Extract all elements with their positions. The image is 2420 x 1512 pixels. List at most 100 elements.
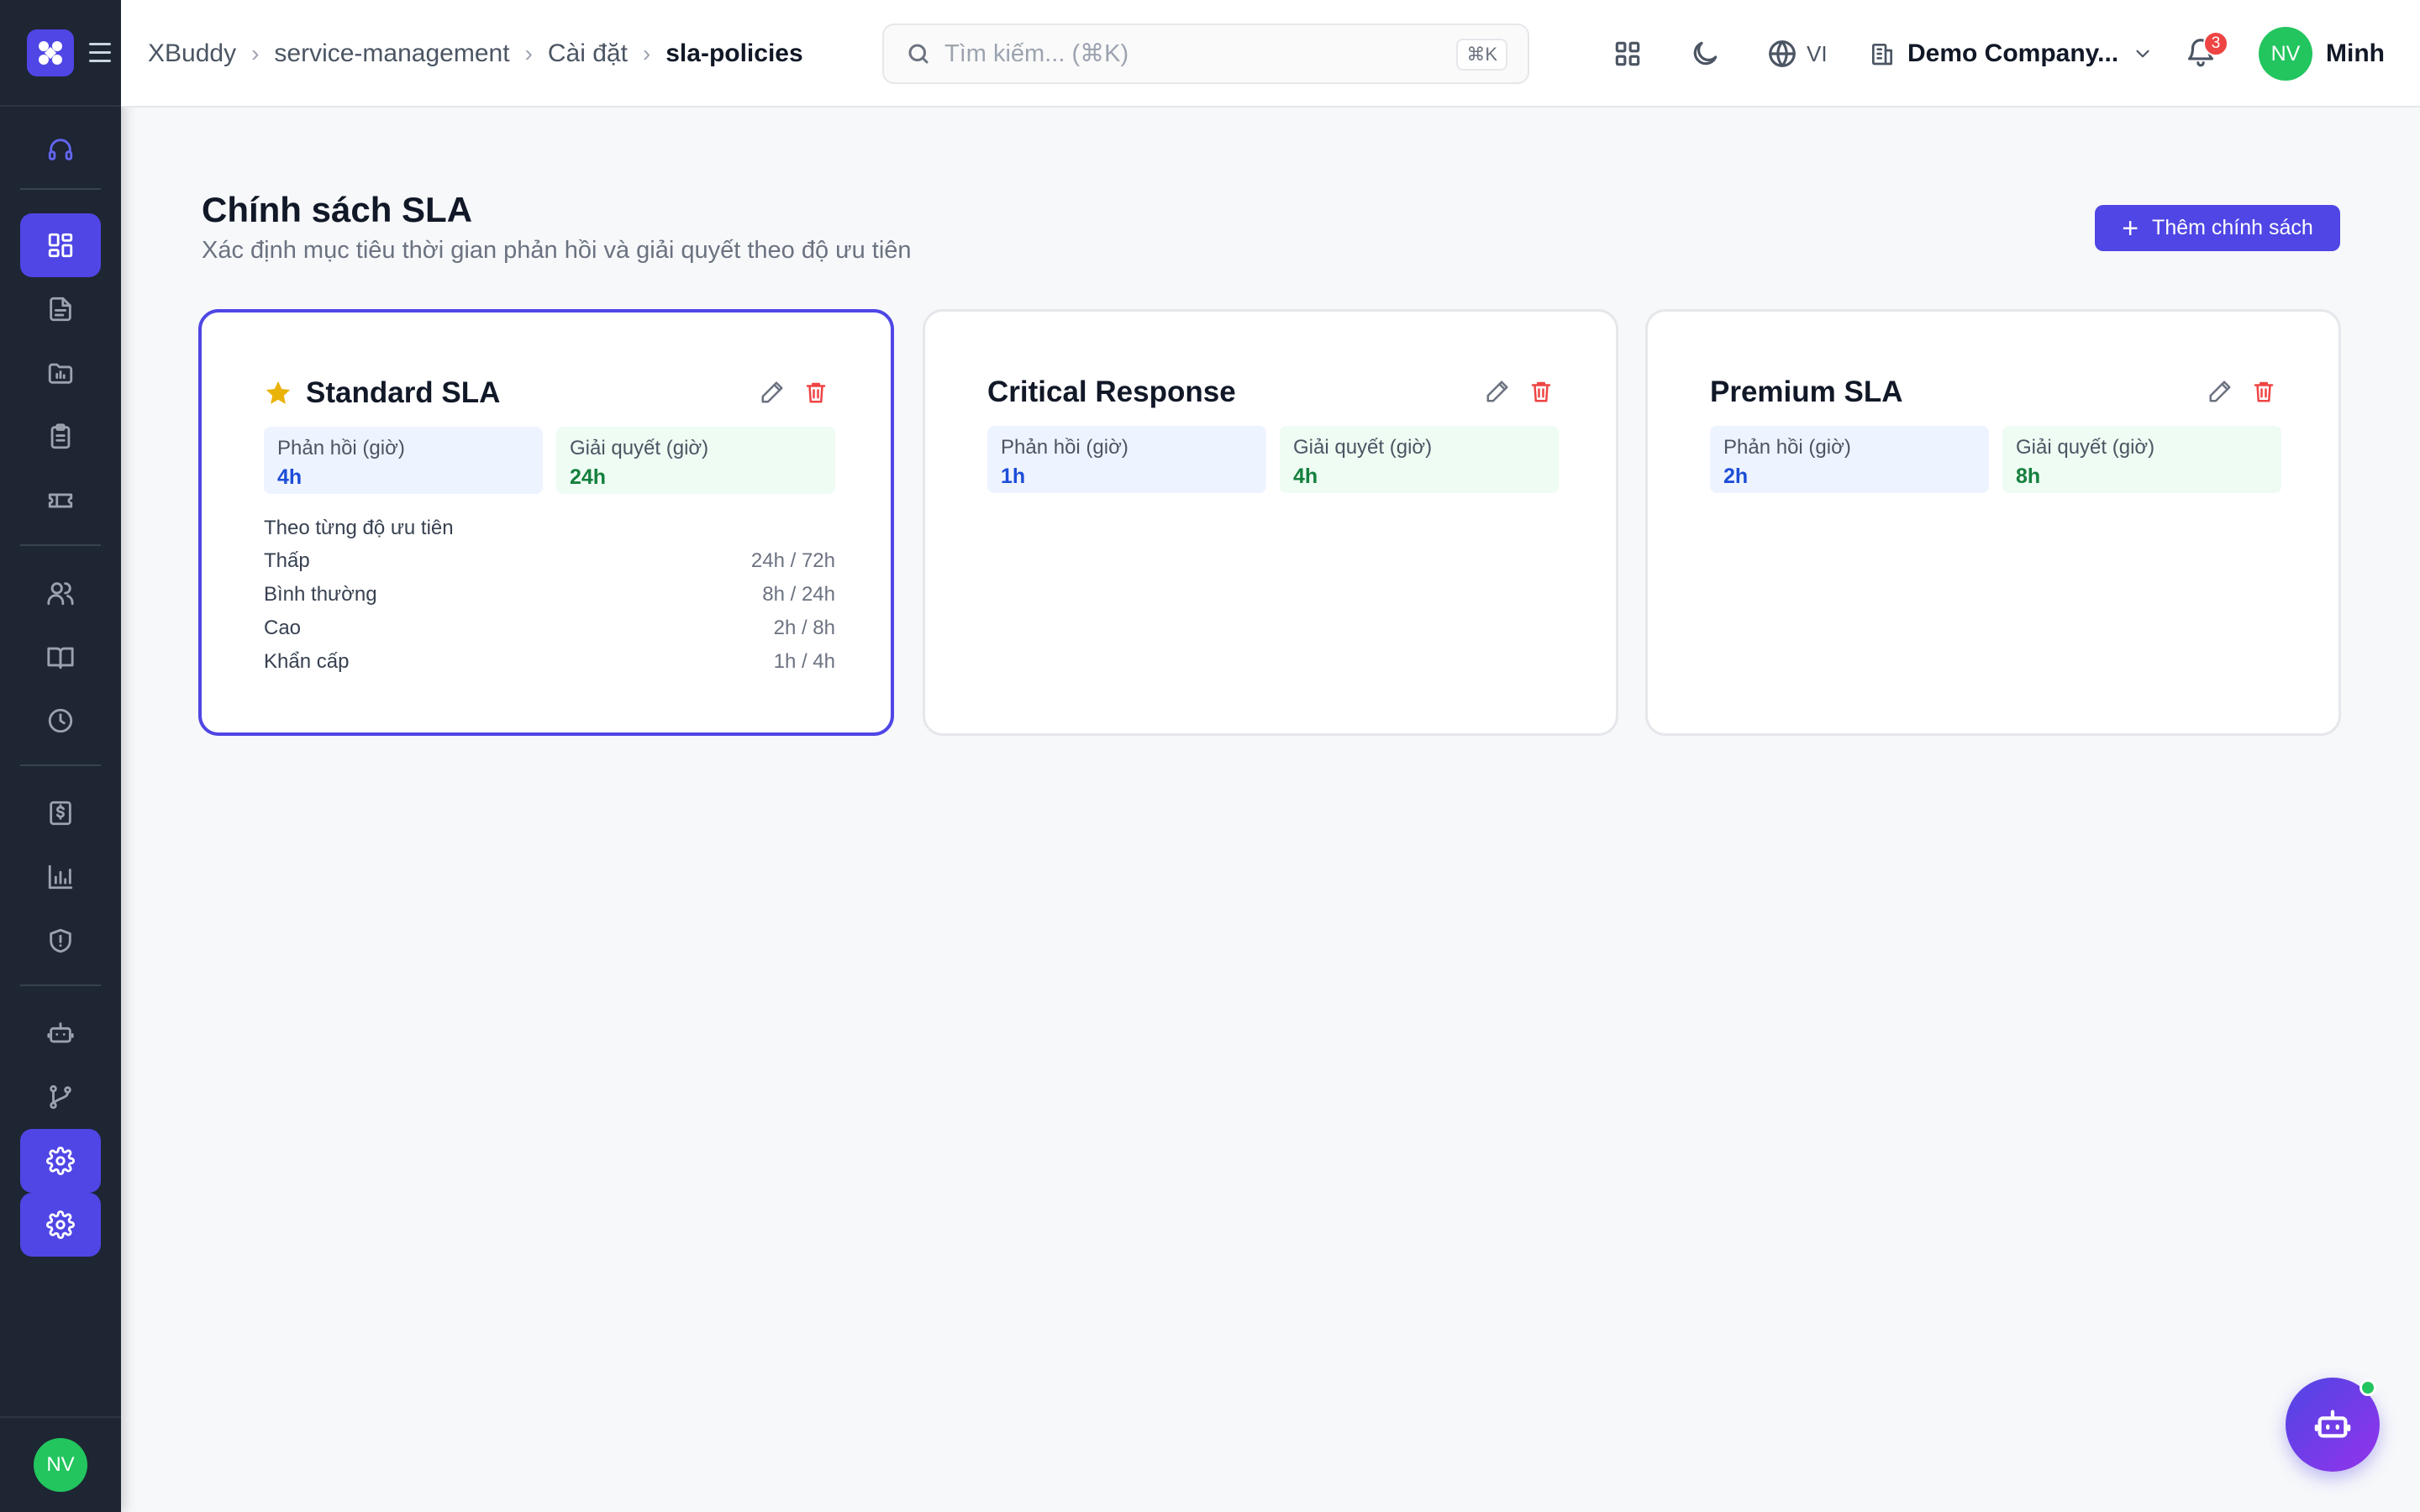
user-menu[interactable]: NV Minh (2259, 25, 2385, 82)
policy-card-critical[interactable]: Critical Response Phản hồi (giờ) 1h Giải… (923, 309, 1618, 736)
sidebar-item-settings[interactable] (20, 1129, 101, 1193)
sidebar-item-knowledge[interactable] (20, 625, 101, 689)
search-shortcut-hint: ⌘K (1456, 39, 1507, 71)
priority-value: 24h / 72h (750, 549, 835, 572)
chevron-down-icon (2136, 50, 2149, 58)
resolve-label: Giải quyết (giờ) (2016, 436, 2155, 459)
sidebar-item-security[interactable] (20, 909, 101, 973)
delete-button[interactable] (1528, 379, 1554, 408)
search-input[interactable] (944, 39, 1415, 68)
sidebar-item-support[interactable] (20, 118, 101, 181)
breadcrumb-item-settings[interactable]: Cài đặt (548, 39, 628, 68)
language-switcher[interactable]: VI (1766, 29, 1828, 79)
company-switcher[interactable]: Demo Company... (1869, 29, 2154, 79)
resolve-label: Giải quyết (giờ) (570, 437, 709, 459)
delete-button[interactable] (2251, 379, 2276, 408)
theme-toggle-button[interactable] (1689, 29, 1721, 79)
settings-icon (46, 1147, 75, 1175)
policy-card-premium[interactable]: Premium SLA Phản hồi (giờ) 2h Giải quyết… (1645, 309, 2341, 736)
response-time-box: Phản hồi (giờ) 2h (1710, 426, 1989, 493)
avatar: NV (2259, 27, 2312, 81)
sidebar-item-dashboard[interactable] (20, 213, 101, 277)
bot-icon (47, 1022, 74, 1043)
notifications-button[interactable]: 3 (2185, 29, 2228, 79)
settings-icon (46, 1210, 75, 1239)
headset-icon (48, 139, 73, 160)
policy-title: Standard SLA (264, 376, 500, 410)
priority-row: Khẩn cấp 1h / 4h (264, 650, 835, 674)
policy-name: Critical Response (987, 375, 1236, 408)
resolve-value: 8h (2016, 465, 2041, 488)
page-subtitle: Xác định mục tiêu thời gian phản hồi và … (202, 237, 912, 264)
chevron-right-icon: › (642, 40, 651, 66)
pencil-icon (1486, 381, 1508, 402)
chevron-right-icon: › (524, 40, 533, 66)
pencil-icon (761, 381, 783, 403)
online-status-dot (2360, 1379, 2376, 1396)
policy-title: Critical Response (987, 375, 1236, 409)
resolve-time-box: Giải quyết (giờ) 4h (1280, 426, 1559, 493)
priority-heading: Theo từng độ ưu tiên (264, 517, 454, 539)
sidebar-item-workflows[interactable] (20, 1065, 101, 1129)
ticket-icon (48, 493, 73, 508)
page-title: Chính sách SLA (202, 190, 473, 229)
priority-row: Bình thường 8h / 24h (264, 583, 835, 606)
branch-icon (50, 1084, 71, 1110)
sidebar: NV (0, 0, 121, 1512)
assistant-button[interactable] (2286, 1378, 2380, 1472)
priority-value: 8h / 24h (762, 583, 835, 606)
policy-name: Premium SLA (1710, 375, 1903, 408)
globe-icon (1769, 40, 1796, 67)
breadcrumb-item-module[interactable]: service-management (274, 39, 509, 68)
menu-icon-bar (89, 60, 111, 62)
edit-button[interactable] (760, 380, 785, 409)
response-time-box: Phản hồi (giờ) 1h (987, 426, 1266, 493)
sidebar-divider (20, 984, 101, 986)
clock-icon (48, 708, 73, 733)
breadcrumb: XBuddy › service-management › Cài đặt › … (148, 0, 803, 108)
sidebar-item-tasks[interactable] (20, 405, 101, 469)
menu-icon-bar (89, 51, 111, 54)
response-label: Phản hồi (giờ) (1723, 436, 1851, 459)
search-icon (908, 44, 929, 64)
sidebar-item-tickets[interactable] (20, 469, 101, 533)
policy-card-standard[interactable]: Standard SLA Phản hồi (giờ) 4h Giải quyế… (198, 309, 894, 736)
add-policy-button[interactable]: + Thêm chính sách (2095, 205, 2340, 251)
sidebar-item-history[interactable] (20, 689, 101, 753)
sidebar-item-documents[interactable] (20, 277, 101, 341)
apps-button[interactable] (1612, 29, 1644, 79)
add-policy-label: Thêm chính sách (2152, 216, 2313, 239)
sidebar-item-folders[interactable] (20, 341, 101, 405)
response-label: Phản hồi (giờ) (277, 437, 405, 459)
breadcrumb-item-app[interactable]: XBuddy (148, 39, 236, 68)
moon-icon (1693, 41, 1718, 66)
sidebar-item-reports[interactable] (20, 845, 101, 909)
folder-icon (48, 363, 73, 384)
chart-icon (48, 864, 73, 890)
app-logo[interactable] (27, 29, 74, 76)
trash-icon (1531, 381, 1551, 402)
response-time-box: Phản hồi (giờ) 4h (264, 427, 543, 494)
policy-title: Premium SLA (1710, 375, 1903, 409)
sidebar-item-automation[interactable] (20, 1001, 101, 1065)
sidebar-item-users[interactable] (20, 561, 101, 625)
star-icon (266, 381, 291, 404)
edit-button[interactable] (2207, 379, 2233, 408)
sidebar-footer: NV (0, 1416, 121, 1512)
delete-button[interactable] (803, 380, 829, 409)
building-icon (1872, 43, 1892, 66)
edit-button[interactable] (1485, 379, 1510, 408)
search-box[interactable]: ⌘K (882, 24, 1529, 84)
priority-row: Cao 2h / 8h (264, 617, 835, 640)
policy-name: Standard SLA (306, 376, 501, 409)
sidebar-item-system-settings[interactable] (20, 1193, 101, 1257)
sidebar-item-billing[interactable] (20, 781, 101, 845)
priority-name: Thấp (264, 549, 310, 572)
response-value: 2h (1723, 465, 1749, 488)
dashboard-icon (48, 233, 73, 258)
menu-icon-bar (89, 43, 111, 45)
sidebar-user-avatar[interactable]: NV (34, 1438, 87, 1492)
chevron-right-icon: › (251, 40, 260, 66)
priority-name: Khẩn cấp (264, 650, 350, 673)
menu-toggle-button[interactable] (89, 43, 111, 62)
